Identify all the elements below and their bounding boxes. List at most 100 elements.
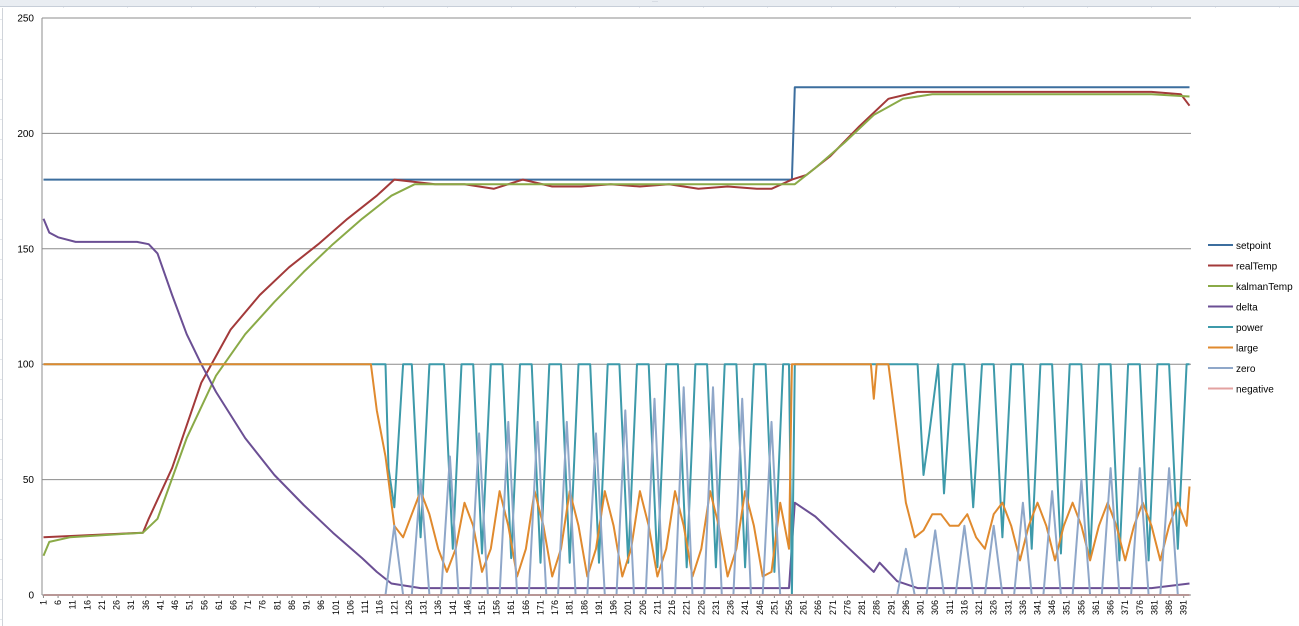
x-tick-label: 221 [682,600,692,615]
x-tick-label: 211 [652,600,662,614]
column-header-strip: ··· [0,0,1299,7]
axes [41,18,1191,596]
x-tick-label: 366 [1106,600,1116,615]
x-tick-label: 166 [521,600,531,615]
x-tick-label: 156 [492,600,502,615]
legend: setpoint realTemp kalmanTemp delta power larg… [1208,241,1293,396]
x-tick-label: 71 [243,600,253,610]
x-tick-label: 281 [857,600,867,615]
x-tick-label: 76 [258,600,268,610]
x-tick-label: 376 [1135,600,1145,615]
x-tick-label: 16 [82,600,92,610]
x-tick-label: 201 [623,600,633,615]
x-tick-label: 51 [185,600,195,610]
x-tick-label: 61 [214,600,224,610]
x-tick-label: 31 [126,600,136,610]
x-tick-label: 311 [945,600,955,614]
x-tick-label: 371 [1120,600,1130,615]
legend-label-zero: zero [1236,364,1256,375]
x-tick-label: 141 [448,600,458,615]
x-tick-label: 91 [302,600,312,610]
x-tick-label: 136 [433,600,443,615]
x-tick-label: 206 [638,600,648,615]
legend-label-setpoint: setpoint [1236,241,1271,252]
x-tick-label: 81 [272,600,282,610]
x-tick-label: 261 [799,600,809,615]
x-tick-label: 1 [38,600,48,605]
x-tick-label: 36 [141,600,151,610]
x-tick-label: 176 [550,600,560,615]
y-tick-label: 0 [28,591,34,602]
x-tick-label: 251 [769,600,779,615]
x-tick-label: 66 [229,600,239,610]
x-tick-label: 46 [170,600,180,610]
resize-handle-icon[interactable]: ··· [648,0,662,5]
legend-label-delta: delta [1236,303,1258,314]
x-tick-label: 276 [842,600,852,615]
legend-label-realTemp: realTemp [1236,262,1278,273]
y-tick-label: 100 [17,360,34,371]
x-tick-label: 186 [579,600,589,615]
x-tick-label: 96 [316,600,326,610]
x-tick-label: 351 [1062,600,1072,615]
x-tick-label: 56 [199,600,209,610]
x-tick-label: 116 [375,600,385,614]
series-realTemp-line [43,90,1191,539]
x-tick-label: 286 [872,600,882,615]
x-tick-label: 146 [462,600,472,615]
x-tick-label: 151 [477,600,487,615]
x-tick-label: 341 [1033,600,1043,615]
x-tick-label: 126 [404,600,414,615]
x-tick-label: 256 [784,600,794,615]
x-tick-label: 191 [594,600,604,615]
y-tick-label: 250 [17,14,34,25]
x-tick-label: 6 [53,600,63,605]
x-tick-label: 226 [696,600,706,615]
x-tick-label: 291 [886,600,896,615]
x-tick-label: 336 [1018,600,1028,615]
series-zero-line [43,386,1190,596]
x-tick-label: 296 [901,600,911,615]
x-tick-label: 391 [1179,600,1189,615]
x-tick-label: 216 [667,600,677,615]
x-tick-label: 386 [1164,600,1174,615]
x-tick-label: 321 [974,600,984,615]
series-delta-line [42,218,1190,590]
line-chart: 050100150200250 1 6 11 16 21 26 31 36 41 46 51 56 61… [17,14,1293,616]
legend-label-large: large [1236,344,1259,355]
x-tick-label: 331 [1003,600,1013,615]
legend-label-negative: negative [1236,385,1274,396]
x-tick-label: 21 [97,600,107,610]
x-tick-label: 231 [711,600,721,615]
x-axis-ticks: 1 6 11 16 21 26 31 36 41 46 51 56 61 66 71 76 81 86 91 96 10… [38,595,1189,615]
series-large-line [43,363,1191,578]
x-tick-label: 246 [755,600,765,615]
y-axis-ticks: 0 50 100 150 200 250 [17,14,34,602]
x-tick-label: 241 [740,600,750,615]
x-tick-label: 181 [565,600,575,615]
x-tick-label: 301 [916,600,926,615]
x-tick-label: 346 [1047,600,1057,615]
x-tick-label: 101 [331,600,341,615]
series-kalmanTemp-line [42,93,1190,557]
x-tick-label: 161 [506,600,516,615]
y-tick-label: 50 [23,475,35,486]
x-tick-label: 121 [389,600,399,615]
chart-area[interactable]: 0 50 100 150 200 250 1 6 11 16 21 26 31 36 41 46 51 56 61… [2,8,1299,626]
legend-label-kalmanTemp: kalmanTemp [1236,282,1293,293]
x-tick-label: 131 [419,600,429,615]
x-tick-label: 271 [828,600,838,615]
y-tick-label: 200 [17,129,34,140]
x-tick-label: 326 [989,600,999,615]
x-tick-label: 316 [959,600,969,615]
series-group [42,86,1191,596]
x-tick-label: 106 [345,600,355,615]
x-tick-label: 111 [360,600,370,614]
legend-label-power: power [1236,323,1264,334]
x-tick-label: 26 [112,600,122,610]
x-tick-label: 361 [1091,600,1101,615]
x-tick-label: 306 [930,600,940,615]
x-tick-label: 356 [1076,600,1086,615]
x-tick-label: 196 [609,600,619,615]
x-tick-label: 11 [68,600,78,609]
